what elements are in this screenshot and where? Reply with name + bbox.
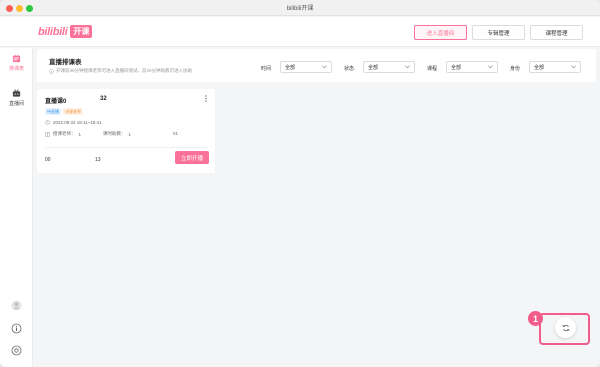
- info-icon: [49, 68, 54, 74]
- sidebar-item-label: 直播间: [8, 101, 24, 107]
- schedule-content: 直播课0 32 待直播 讲课老师 2022.09.02 18:11~18:41: [33, 84, 600, 367]
- page-subtitle: 开课前30分钟授课老师可进入直播间测试，前20分钟助教可进入协助: [49, 68, 192, 74]
- assistant-value: 1: [128, 131, 132, 137]
- filter-label-role: 身份: [510, 66, 521, 72]
- course-card[interactable]: 直播课0 32 待直播 讲课老师 2022.09.02 18:11~18:41: [37, 89, 215, 173]
- card-extra-value: 01: [173, 131, 179, 136]
- enter-live-room-button[interactable]: 进入直播间: [414, 25, 467, 40]
- filter-label-course: 课程: [427, 66, 438, 72]
- card-foot-mid: 13: [95, 157, 101, 163]
- book-icon: [45, 131, 50, 137]
- sidebar: 排课表 直播间: [0, 48, 33, 367]
- chevron-down-icon: [488, 65, 493, 69]
- card-teacher: 授课老师： 1: [45, 131, 81, 137]
- app-window: bilibili开课 bilibili 开课 进入直播间 专辑管理 课程管理 排…: [0, 0, 600, 367]
- select-value: 全部: [285, 64, 296, 71]
- chevron-down-icon: [405, 65, 410, 69]
- more-options-button[interactable]: [205, 95, 207, 104]
- clock-icon: [45, 120, 50, 125]
- logo-tag: 开课: [70, 25, 93, 38]
- card-time: 2022.09.02 18:11~18:41: [45, 120, 102, 125]
- tv-icon: [12, 89, 21, 97]
- role-badge: 讲课老师: [63, 108, 83, 115]
- filter-label-status: 状态: [344, 66, 355, 72]
- refresh-icon: [561, 324, 570, 331]
- card-foot-left: 00: [45, 157, 51, 163]
- avatar-icon: [11, 300, 22, 311]
- calendar-icon: [12, 54, 21, 63]
- album-manage-button[interactable]: 专辑管理: [472, 25, 525, 40]
- logo-text: bilibili: [38, 25, 68, 38]
- info-icon: [11, 323, 22, 334]
- app-logo: bilibili 开课: [38, 25, 93, 38]
- info-button[interactable]: [11, 321, 22, 334]
- status-badge: 待直播: [45, 108, 61, 115]
- subtitle-text: 开课前30分钟授课老师可进入直播间测试，前20分钟助教可进入协助: [56, 68, 193, 73]
- gear-icon: [11, 345, 22, 356]
- more-vertical-icon: [205, 95, 207, 102]
- step-badge: 1: [528, 311, 543, 326]
- chevron-down-icon: [322, 65, 327, 69]
- settings-button[interactable]: [11, 343, 22, 356]
- avatar[interactable]: [11, 298, 22, 311]
- sidebar-item-schedule[interactable]: 排课表: [0, 54, 33, 72]
- teacher-value: 1: [78, 131, 82, 137]
- select-value: 全部: [534, 64, 545, 71]
- teacher-label: 授课老师：: [53, 131, 76, 136]
- role-filter-select[interactable]: 全部: [529, 61, 581, 73]
- schedule-header: 直播排课表 开课前30分钟授课老师可进入直播间测试，前20分钟助教可进入协助 时…: [37, 49, 596, 82]
- top-bar: bilibili 开课 进入直播间 专辑管理 课程管理: [0, 17, 600, 47]
- card-number: 32: [100, 96, 107, 102]
- assistant-label: 课时助教：: [103, 131, 126, 136]
- title-bar: bilibili开课: [0, 0, 600, 16]
- sidebar-item-label: 排课表: [8, 66, 24, 72]
- filter-label-time: 时间: [261, 66, 272, 72]
- time-filter-select[interactable]: 全部: [280, 61, 332, 73]
- course-manage-button[interactable]: 课程管理: [530, 25, 583, 40]
- sidebar-item-live-room[interactable]: 直播间: [0, 89, 33, 107]
- status-filter-select[interactable]: 全部: [363, 61, 415, 73]
- refresh-button[interactable]: [555, 317, 576, 338]
- course-filter-select[interactable]: 全部: [446, 61, 498, 73]
- card-assistant: 课时助教： 1: [103, 131, 131, 137]
- select-value: 全部: [451, 64, 462, 71]
- card-title: 直播课0: [45, 99, 67, 105]
- select-value: 全部: [368, 64, 379, 71]
- card-divider: [45, 147, 207, 148]
- card-time-text: 2022.09.02 18:11~18:41: [53, 120, 102, 125]
- page-title: 直播排课表: [49, 59, 82, 66]
- chevron-down-icon: [571, 65, 576, 69]
- window-title: bilibili开课: [286, 6, 314, 12]
- start-live-button[interactable]: 立即开播: [175, 151, 209, 164]
